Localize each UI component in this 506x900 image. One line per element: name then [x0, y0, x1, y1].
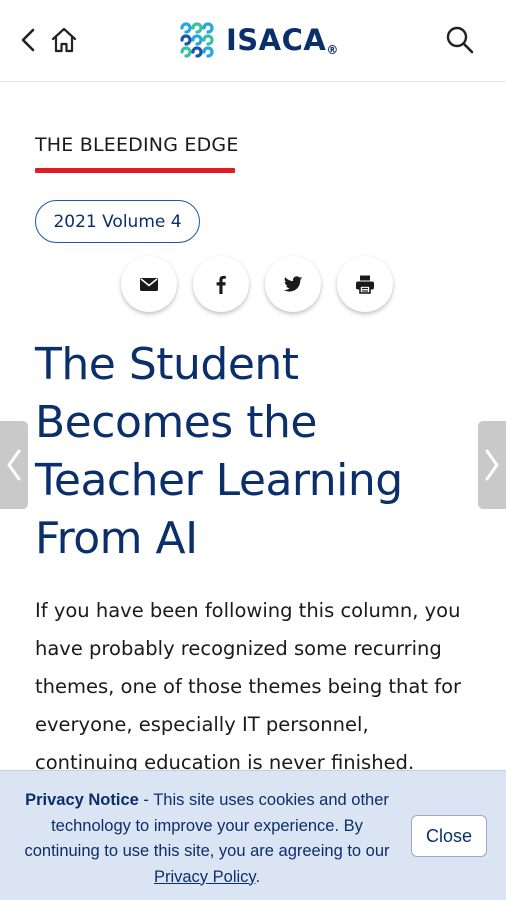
- print-button[interactable]: [337, 256, 393, 312]
- article-title: The Student Becomes the Teacher Learning…: [35, 336, 475, 568]
- privacy-notice-heading: Privacy Notice: [25, 791, 139, 809]
- body-line: themes, one of those themes being that f…: [35, 675, 462, 698]
- isaca-logo-mark-icon: [180, 22, 214, 58]
- facebook-icon: [216, 275, 226, 294]
- isaca-logo[interactable]: ISACA®: [176, 18, 339, 62]
- privacy-notice-text: Privacy Notice - This site uses cookies …: [18, 788, 396, 890]
- body-line: If you have been following this column, …: [35, 599, 461, 622]
- share-buttons: [121, 256, 393, 312]
- volume-tag-button[interactable]: 2021 Volume 4: [35, 200, 200, 243]
- share-facebook-button[interactable]: [193, 256, 249, 312]
- close-privacy-button[interactable]: Close: [411, 815, 487, 857]
- privacy-notice-end: .: [255, 867, 261, 886]
- email-icon: [140, 278, 158, 291]
- previous-article-button[interactable]: [0, 421, 28, 509]
- chevron-right-icon: [485, 449, 499, 481]
- top-navigation-bar: ISACA®: [0, 0, 506, 82]
- privacy-policy-link[interactable]: Privacy Policy: [154, 868, 255, 886]
- brand-name: ISACA®: [226, 23, 339, 57]
- section-label[interactable]: THE BLEEDING EDGE: [35, 134, 239, 156]
- title-line: The Student: [35, 339, 299, 390]
- share-email-button[interactable]: [121, 256, 177, 312]
- search-icon[interactable]: [444, 24, 476, 56]
- title-line: Teacher Learning: [35, 455, 403, 506]
- registered-mark: ®: [326, 43, 339, 57]
- body-line: have probably recognized some recurring: [35, 637, 442, 660]
- article-body: If you have been following this column, …: [35, 592, 480, 782]
- title-line: From AI: [35, 513, 198, 564]
- print-icon: [356, 275, 374, 294]
- home-icon[interactable]: [48, 24, 80, 56]
- chevron-left-icon: [7, 449, 21, 481]
- next-article-button[interactable]: [478, 421, 506, 509]
- body-line: everyone, especially IT personnel,: [35, 713, 369, 736]
- section-underline: [35, 168, 235, 173]
- twitter-icon: [283, 276, 303, 292]
- title-line: Becomes the: [35, 397, 317, 448]
- share-twitter-button[interactable]: [265, 256, 321, 312]
- chevron-left-icon[interactable]: [18, 26, 38, 54]
